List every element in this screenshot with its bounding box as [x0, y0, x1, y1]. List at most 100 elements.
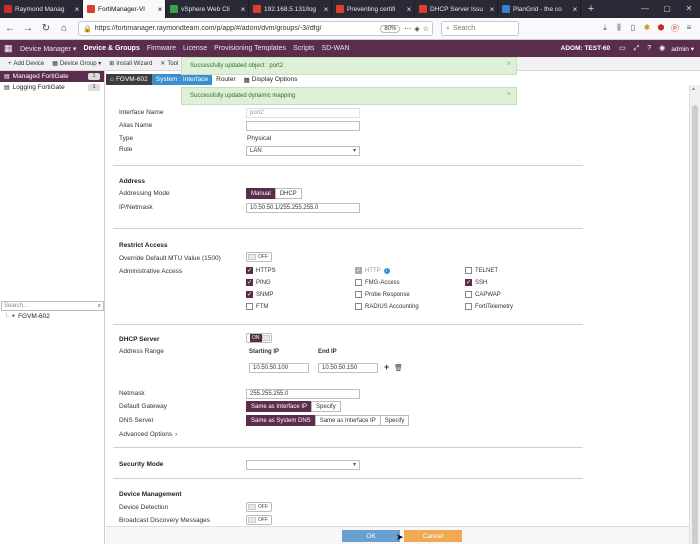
search-input[interactable]: ⌕ Search: [441, 21, 519, 36]
minimize-icon[interactable]: —: [634, 0, 656, 18]
close-icon[interactable]: ×: [570, 5, 580, 14]
access-https-checkbox[interactable]: ✓ HTTPS: [246, 267, 276, 274]
browser-tab-active[interactable]: FortiManager-VI ×: [83, 0, 166, 18]
reload-icon[interactable]: ↻: [38, 21, 54, 37]
ip-netmask-input[interactable]: 10.50.50.1/255.255.255.0: [246, 203, 360, 213]
dns-same-as-system[interactable]: Same as System DNS: [246, 415, 316, 426]
mtu-override-toggle[interactable]: OFF: [246, 252, 272, 262]
access-ssh-checkbox[interactable]: ✓ SSH: [465, 279, 487, 286]
tree-search-input[interactable]: Search... ⌕: [1, 301, 104, 311]
access-probe-response-checkbox[interactable]: Probe Response: [355, 291, 410, 298]
cancel-button[interactable]: Cancel: [404, 530, 462, 542]
help-icon[interactable]: ?: [647, 45, 651, 52]
close-icon[interactable]: ×: [404, 5, 414, 14]
library-icon[interactable]: ⫼: [612, 23, 626, 34]
netmask-input[interactable]: 255.255.255.0: [246, 389, 360, 399]
menu-provisioning-templates[interactable]: Provisioning Templates: [214, 45, 286, 52]
home-icon[interactable]: ⌂: [56, 21, 72, 37]
gateway-same-as-interface[interactable]: Same as Interface IP: [246, 401, 313, 412]
install-wizard-button[interactable]: ⊞ Install Wizard: [109, 60, 152, 67]
close-icon[interactable]: ×: [72, 5, 82, 14]
pinterest-icon[interactable]: Ⓟ: [668, 23, 682, 34]
close-icon[interactable]: ×: [487, 5, 497, 14]
adom-selector[interactable]: ADOM: TEST-60: [561, 45, 610, 52]
addressing-mode-manual[interactable]: Manual: [246, 188, 276, 199]
new-tab-button[interactable]: +: [581, 0, 601, 18]
url-bar[interactable]: 🔒 https://fortimanager.raymondteam.com/p…: [78, 21, 433, 36]
access-snmp-checkbox[interactable]: ✓ SNMP: [246, 291, 273, 298]
dhcp-server-toggle[interactable]: ON: [246, 333, 272, 343]
menu-scripts[interactable]: Scripts: [293, 45, 314, 52]
menu-license[interactable]: License: [183, 45, 207, 52]
tools-button[interactable]: ✕ Tool: [160, 60, 178, 67]
browser-tab[interactable]: DHCP Server Issu ×: [415, 0, 498, 18]
scrollbar-thumb[interactable]: [692, 105, 698, 544]
info-icon[interactable]: i: [383, 267, 390, 274]
browser-tab[interactable]: vSphere Web Cli ×: [166, 0, 249, 18]
close-icon[interactable]: ×: [238, 5, 248, 14]
add-device-button[interactable]: + Add Device: [8, 61, 44, 67]
addressing-mode-dhcp[interactable]: DHCP: [274, 188, 302, 199]
hamburger-menu-icon[interactable]: ≡: [682, 23, 696, 34]
close-icon[interactable]: ×: [321, 5, 331, 14]
sidebar-icon[interactable]: ▯: [626, 23, 640, 34]
role-select[interactable]: LAN ▾: [246, 146, 360, 156]
access-ping-checkbox[interactable]: ✓ PING: [246, 279, 271, 286]
close-icon[interactable]: ×: [155, 5, 165, 14]
alias-name-input[interactable]: [246, 121, 360, 131]
starting-ip-input[interactable]: 10.50.50.100: [249, 363, 309, 373]
access-telnet-checkbox[interactable]: TELNET: [465, 267, 498, 274]
ok-button[interactable]: OK: [342, 530, 400, 542]
tab-display-options[interactable]: ▦ Display Options: [240, 74, 302, 85]
tab-system-interface[interactable]: System : Interface: [151, 74, 213, 85]
close-window-icon[interactable]: ✕: [678, 0, 700, 18]
browser-tab[interactable]: PlanGrid - the co ×: [498, 0, 581, 18]
menu-device-groups[interactable]: Device & Groups: [83, 45, 139, 52]
download-icon[interactable]: ⤓: [598, 23, 612, 34]
access-fortitelemetry-checkbox[interactable]: FortiTelemetry: [465, 303, 513, 310]
app-grid-icon[interactable]: ▦: [4, 43, 16, 54]
tab-device[interactable]: ⌂ FGVM-602: [106, 74, 152, 85]
browser-tab[interactable]: Preventing certifi ×: [332, 0, 415, 18]
close-icon[interactable]: ×: [507, 61, 511, 68]
maximize-icon[interactable]: ▢: [656, 0, 678, 18]
more-icon[interactable]: ⋯: [404, 25, 411, 33]
access-fmg-access-checkbox[interactable]: FMG-Access: [355, 279, 400, 286]
user-menu[interactable]: admin ▾: [671, 45, 694, 53]
adblock-icon[interactable]: ⬢: [654, 23, 668, 34]
menu-firmware[interactable]: Firmware: [147, 45, 176, 52]
browser-tab[interactable]: 192.168.5.131/log ×: [249, 0, 332, 18]
tree-item-fgvm-602[interactable]: └ ✦ FGVM-602: [4, 312, 50, 321]
dns-same-as-interface[interactable]: Same as Interface IP: [314, 415, 381, 426]
dns-specify[interactable]: Specify: [379, 415, 410, 426]
sidebar-item-logging-fortigate[interactable]: ▤ Logging FortiGate 1: [0, 82, 104, 93]
back-icon[interactable]: ←: [2, 21, 18, 37]
access-ftm-checkbox[interactable]: FTM: [246, 303, 268, 310]
security-mode-select[interactable]: ▾: [246, 460, 360, 470]
gateway-specify[interactable]: Specify: [311, 401, 341, 412]
extension-icon[interactable]: ✱: [640, 23, 654, 34]
zoom-indicator[interactable]: 80%: [380, 24, 401, 33]
terminal-icon[interactable]: ▭: [619, 45, 626, 52]
device-group-button[interactable]: ▦ Device Group ▾: [52, 60, 101, 67]
forward-icon[interactable]: →: [20, 21, 36, 37]
pocket-icon[interactable]: ◈: [414, 25, 419, 33]
add-range-icon[interactable]: +: [384, 362, 389, 372]
vertical-scrollbar[interactable]: ▲: [689, 85, 700, 544]
access-radius-accounting-checkbox[interactable]: RADIUS Accounting: [355, 303, 419, 310]
trash-icon[interactable]: 🗑: [394, 364, 403, 372]
device-detection-toggle[interactable]: OFF: [246, 502, 272, 512]
sidebar-item-managed-fortigate[interactable]: ▤ Managed FortiGate 1: [0, 71, 104, 82]
menu-sd-wan[interactable]: SD-WAN: [321, 45, 349, 52]
browser-tab[interactable]: Raymond Manag ×: [0, 0, 83, 18]
end-ip-input[interactable]: 10.50.50.150: [318, 363, 378, 373]
close-icon[interactable]: ×: [507, 91, 511, 98]
fullscreen-icon[interactable]: ⤢: [634, 45, 640, 52]
advanced-options-toggle[interactable]: Advanced Options ›: [119, 431, 177, 438]
avatar[interactable]: ◉: [659, 45, 665, 52]
broadcast-discovery-toggle[interactable]: OFF: [246, 515, 272, 525]
tab-router[interactable]: Router: [212, 74, 240, 85]
scroll-up-icon[interactable]: ▲: [691, 86, 696, 92]
access-capwap-checkbox[interactable]: CAPWAP: [465, 291, 501, 298]
menu-device-manager[interactable]: Device Manager ▾: [20, 45, 76, 53]
